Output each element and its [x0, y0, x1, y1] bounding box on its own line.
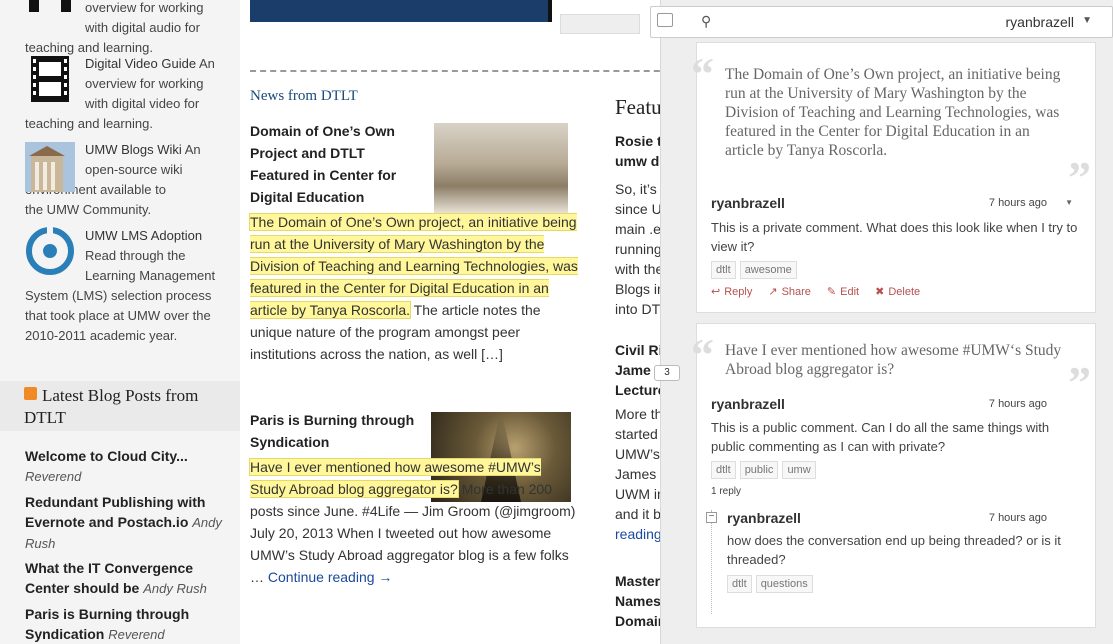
reply-time[interactable]: 7 hours ago — [989, 512, 1047, 524]
annotation-count-bubble[interactable]: 3 — [654, 365, 680, 381]
annotation-text: This is a public comment. Can I do all t… — [711, 420, 1050, 454]
link-item-video[interactable]: Digital Video Guide An overview for work… — [25, 54, 235, 134]
share-icon: ↗ — [768, 286, 778, 298]
headphones-icon — [25, 0, 75, 18]
annotation-quote: Have I ever mentioned how awesome #UMW‘s… — [725, 342, 1062, 378]
blog-post-item[interactable]: Redundant Publishing with Evernote and P… — [25, 492, 235, 554]
tag-list: dtlt awesome — [711, 261, 797, 279]
close-quote-icon: ” — [1068, 357, 1091, 408]
reply-count[interactable]: 1 reply — [711, 486, 741, 497]
annotation-user[interactable]: ryanbrazell — [711, 195, 785, 211]
chevron-down-icon[interactable]: ▼ — [1065, 198, 1073, 207]
tag[interactable]: public — [739, 461, 779, 479]
user-name[interactable]: ryanbrazell — [1006, 14, 1074, 30]
thread-line — [711, 510, 712, 614]
delete-icon: ✖ — [875, 286, 885, 298]
annotation-time[interactable]: 7 hours ago — [989, 398, 1047, 410]
reply-text: how does the conversation end up being t… — [727, 533, 1061, 567]
chevron-down-icon[interactable]: ▼ — [1082, 15, 1092, 26]
blog-posts-heading: Latest Blog Posts from DTLT — [0, 381, 240, 431]
film-icon — [25, 54, 75, 104]
continue-reading-link[interactable]: Continue reading → — [268, 569, 393, 585]
news-heading: News from DTLT — [250, 88, 358, 104]
article-excerpt: Have I ever mentioned how awesome #UMW’s… — [250, 459, 576, 585]
tag[interactable]: dtlt — [727, 575, 752, 593]
divider — [250, 70, 680, 72]
link-item-lms[interactable]: UMW LMS Adoption Read through the Learni… — [25, 226, 235, 346]
link-title-lms[interactable]: UMW LMS Adoption — [85, 228, 202, 243]
sidebar: overview for working with digital audio … — [0, 0, 240, 644]
blog-post-item[interactable]: Paris is Burning through Syndication Rev… — [25, 604, 235, 644]
annotation-card[interactable]: “ ” The Domain of One’s Own project, an … — [691, 42, 1096, 313]
edit-button[interactable]: ✎ Edit — [826, 285, 859, 299]
link-title-video[interactable]: Digital Video Guide — [85, 56, 196, 71]
annotation-text: This is a private comment. What does thi… — [711, 220, 1078, 254]
link-item-audio[interactable]: overview for working with digital audio … — [25, 0, 235, 58]
main-content: News from DTLT Domain of One’s Own Proje… — [240, 0, 680, 644]
tag-list: dtlt public umw — [711, 461, 816, 479]
tag-list: dtlt questions — [727, 575, 813, 593]
building-icon — [25, 142, 75, 192]
blog-post-item[interactable]: What the IT Convergence Center should be… — [25, 558, 235, 599]
search-icon[interactable]: ⚲ — [701, 13, 711, 30]
share-button[interactable]: ↗ Share — [768, 285, 811, 299]
article-image-beach[interactable] — [434, 123, 568, 213]
delete-button[interactable]: ✖ Delete — [875, 285, 920, 299]
annotation-user[interactable]: ryanbrazell — [711, 396, 785, 412]
close-quote-icon: ” — [1068, 152, 1091, 203]
lms-logo-icon — [25, 226, 75, 276]
edit-icon: ✎ — [826, 286, 837, 298]
link-title-wiki[interactable]: UMW Blogs Wiki — [85, 142, 182, 157]
tag[interactable]: questions — [755, 575, 813, 593]
annotation-actions: ↩ Reply ↗ Share ✎ Edit ✖ Delete — [711, 285, 920, 299]
reply-icon: ↩ — [711, 286, 721, 298]
tag[interactable]: umw — [782, 461, 816, 479]
featured-heading: Featu — [615, 95, 662, 119]
open-quote-icon: “ — [691, 48, 714, 99]
link-item-wiki[interactable]: UMW Blogs Wiki An open-source wiki envir… — [25, 140, 235, 220]
annotator-toolbar: ⚲ ryanbrazell ▼ — [650, 6, 1113, 38]
collapse-thread-icon[interactable]: − — [706, 512, 717, 523]
reply-button[interactable]: ↩ Reply — [711, 285, 752, 299]
reply-user[interactable]: ryanbrazell — [727, 510, 801, 526]
annotation-quote: The Domain of One’s Own project, an init… — [725, 66, 1061, 159]
hero-thumbnail[interactable] — [560, 14, 640, 34]
article-title[interactable]: Domain of One’s Own Project and DTLT Fea… — [250, 120, 420, 208]
annotation-card[interactable]: “ ” Have I ever mentioned how awesome #U… — [691, 323, 1096, 628]
open-quote-icon: “ — [691, 329, 714, 380]
blog-post-item[interactable]: Welcome to Cloud City... Reverend — [25, 446, 235, 487]
article-title[interactable]: Paris is Burning through Syndication — [250, 409, 420, 453]
article-excerpt: The Domain of One’s Own project, an init… — [250, 214, 578, 362]
tag[interactable]: awesome — [739, 261, 797, 279]
tag[interactable]: dtlt — [711, 461, 736, 479]
tag[interactable]: dtlt — [711, 261, 736, 279]
annotation-time[interactable]: 7 hours ago — [989, 197, 1047, 209]
comment-icon[interactable] — [657, 13, 673, 27]
hero-image — [250, 0, 552, 22]
